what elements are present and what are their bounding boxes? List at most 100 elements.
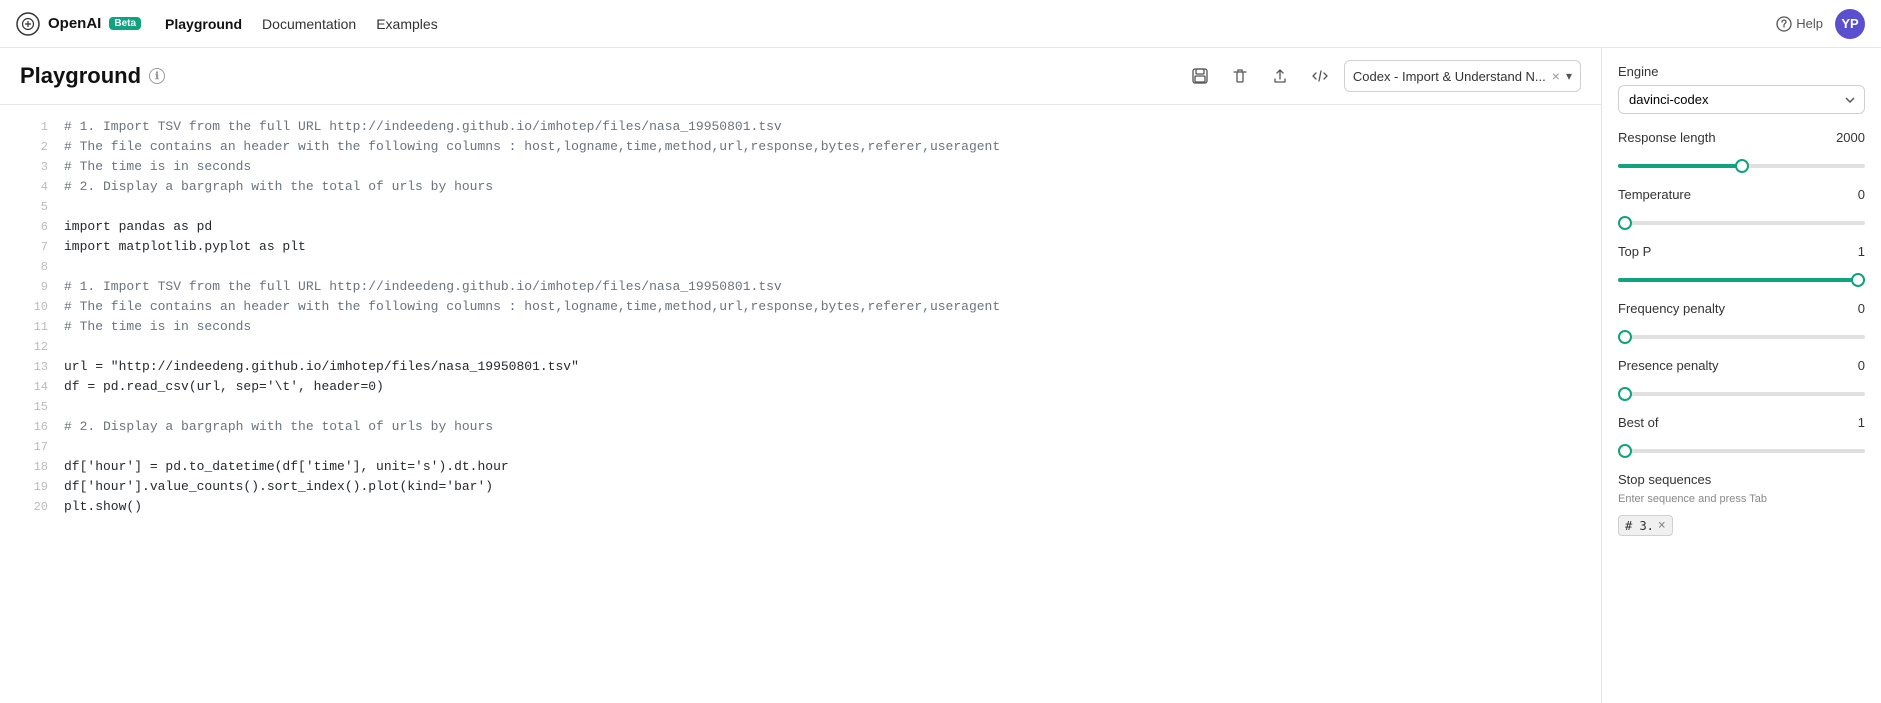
delete-button[interactable] (1224, 60, 1256, 92)
line-number: 18 (16, 457, 48, 477)
stop-sequence-remove-1[interactable]: × (1658, 518, 1666, 533)
response-length-row: Response length 2000 (1618, 130, 1865, 145)
nav-examples[interactable]: Examples (376, 16, 437, 32)
best-of-slider-container (1618, 440, 1865, 456)
line-number: 16 (16, 417, 48, 437)
table-row: 11 # The time is in seconds (0, 317, 1601, 337)
frequency-penalty-slider[interactable] (1618, 335, 1865, 339)
table-row: 14 df = pd.read_csv(url, sep='\t', header… (0, 377, 1601, 397)
code-editor[interactable]: 1# 1. Import TSV from the full URL http:… (0, 105, 1601, 703)
stop-sequence-tag-value: # 3. (1625, 519, 1654, 533)
best-of-value: 1 (1858, 415, 1865, 430)
page-toolbar: Playground ℹ (0, 48, 1601, 105)
preset-selector[interactable]: Codex - Import & Understand N... × ▾ (1344, 60, 1581, 92)
line-number: 11 (16, 317, 48, 337)
page-title: Playground ℹ (20, 63, 165, 89)
temperature-slider-container (1618, 212, 1865, 228)
main-layout: Playground ℹ (0, 48, 1881, 703)
presence-penalty-section: Presence penalty 0 (1618, 358, 1865, 399)
save-icon (1191, 67, 1209, 85)
response-length-value: 2000 (1836, 130, 1865, 145)
table-row: 12 (0, 337, 1601, 357)
line-number: 5 (16, 197, 48, 217)
nav-playground[interactable]: Playground (165, 16, 242, 32)
question-icon (1776, 16, 1792, 32)
top-p-slider-container (1618, 269, 1865, 285)
line-content: url = "http://indeedeng.github.io/imhote… (64, 357, 579, 377)
engine-section: Engine davinci-codex cushman-codex text-… (1618, 64, 1865, 114)
frequency-penalty-label: Frequency penalty (1618, 301, 1725, 316)
line-number: 19 (16, 477, 48, 497)
best-of-label: Best of (1618, 415, 1658, 430)
engine-select[interactable]: davinci-codex cushman-codex text-davinci… (1618, 85, 1865, 114)
stop-sequence-tag-1: # 3. × (1618, 515, 1673, 536)
help-button[interactable]: Help (1776, 16, 1823, 32)
response-length-slider[interactable] (1618, 164, 1865, 168)
preset-close-icon[interactable]: × (1552, 68, 1560, 84)
line-number: 14 (16, 377, 48, 397)
table-row: 10 # The file contains an header with the… (0, 297, 1601, 317)
temperature-section: Temperature 0 (1618, 187, 1865, 228)
table-row: 16# 2. Display a bargraph with the total… (0, 417, 1601, 437)
presence-penalty-value: 0 (1858, 358, 1865, 373)
top-p-value: 1 (1858, 244, 1865, 259)
response-length-section: Response length 2000 (1618, 130, 1865, 171)
presence-penalty-slider-container (1618, 383, 1865, 399)
line-content: df['hour'] = pd.to_datetime(df['time'], … (64, 457, 509, 477)
line-content: df = pd.read_csv(url, sep='\t', header=0… (64, 377, 384, 397)
table-row: 4# 2. Display a bargraph with the total … (0, 177, 1601, 197)
toolbar-actions: Codex - Import & Understand N... × ▾ (1184, 60, 1581, 92)
response-length-label: Response length (1618, 130, 1716, 145)
table-row: 15 (0, 397, 1601, 417)
code-view-button[interactable] (1304, 60, 1336, 92)
share-icon (1271, 67, 1289, 85)
save-button[interactable] (1184, 60, 1216, 92)
line-content: plt.show() (64, 497, 142, 517)
info-icon[interactable]: ℹ (149, 68, 165, 84)
openai-logo-icon (16, 12, 40, 36)
line-content: # The file contains an header with the f… (64, 297, 1000, 317)
nav-documentation[interactable]: Documentation (262, 16, 356, 32)
table-row: 1# 1. Import TSV from the full URL http:… (0, 117, 1601, 137)
line-number: 3 (16, 157, 48, 177)
frequency-penalty-slider-container (1618, 326, 1865, 342)
line-content: # The time is in seconds (64, 317, 251, 337)
best-of-slider[interactable] (1618, 449, 1865, 453)
line-number: 8 (16, 257, 48, 277)
avatar[interactable]: YP (1835, 9, 1865, 39)
presence-penalty-slider[interactable] (1618, 392, 1865, 396)
temperature-value: 0 (1858, 187, 1865, 202)
temperature-slider[interactable] (1618, 221, 1865, 225)
table-row: 8 (0, 257, 1601, 277)
line-number: 10 (16, 297, 48, 317)
top-p-section: Top P 1 (1618, 244, 1865, 285)
editor-area: Playground ℹ (0, 48, 1601, 703)
nav-links: Playground Documentation Examples (165, 16, 438, 32)
presence-penalty-label: Presence penalty (1618, 358, 1718, 373)
top-p-slider[interactable] (1618, 278, 1865, 282)
line-number: 20 (16, 497, 48, 517)
top-nav: OpenAI Beta Playground Documentation Exa… (0, 0, 1881, 48)
line-number: 6 (16, 217, 48, 237)
nav-right: Help YP (1776, 9, 1865, 39)
logo: OpenAI Beta (16, 12, 141, 36)
table-row: 19df['hour'].value_counts().sort_index()… (0, 477, 1601, 497)
top-p-label: Top P (1618, 244, 1651, 259)
line-number: 4 (16, 177, 48, 197)
line-content: import matplotlib.pyplot as plt (64, 237, 306, 257)
line-number: 15 (16, 397, 48, 417)
line-number: 13 (16, 357, 48, 377)
presence-penalty-row: Presence penalty 0 (1618, 358, 1865, 373)
frequency-penalty-value: 0 (1858, 301, 1865, 316)
table-row: 3# The time is in seconds (0, 157, 1601, 177)
stop-sequences-tags: # 3. × (1618, 515, 1865, 536)
best-of-row: Best of 1 (1618, 415, 1865, 430)
help-label: Help (1796, 16, 1823, 31)
top-p-row: Top P 1 (1618, 244, 1865, 259)
line-content: # 1. Import TSV from the full URL http:/… (64, 277, 782, 297)
best-of-section: Best of 1 (1618, 415, 1865, 456)
stop-sequences-section: Stop sequences Enter sequence and press … (1618, 472, 1865, 536)
table-row: 17 (0, 437, 1601, 457)
preset-chevron-icon[interactable]: ▾ (1566, 69, 1572, 83)
share-button[interactable] (1264, 60, 1296, 92)
